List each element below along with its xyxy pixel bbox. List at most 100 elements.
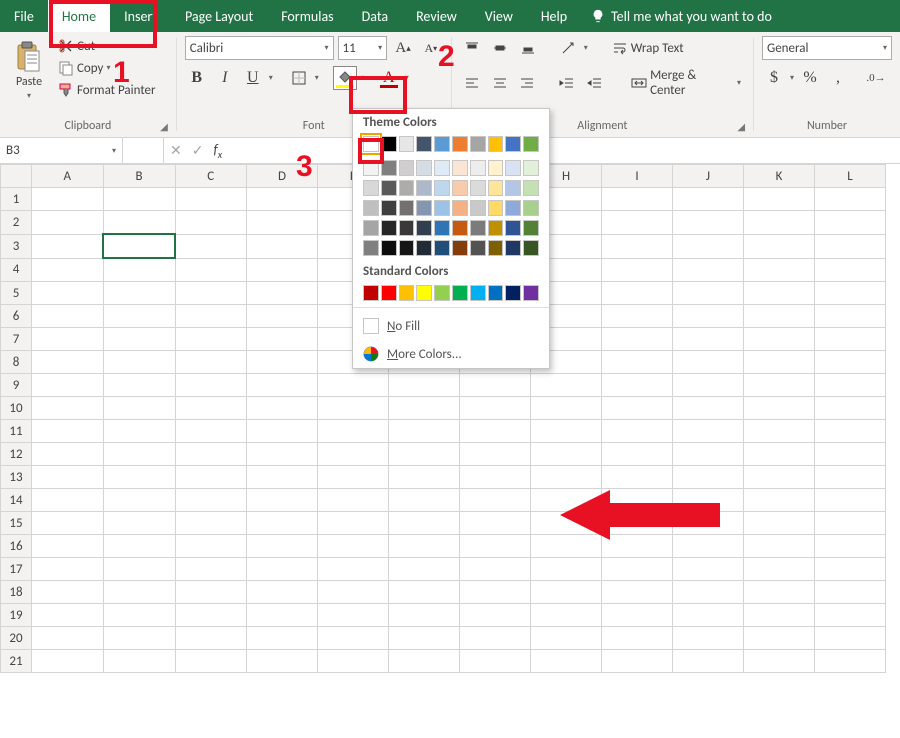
cell[interactable]: [32, 489, 104, 512]
cell[interactable]: [744, 650, 815, 673]
cell[interactable]: [103, 305, 175, 328]
align-center-button[interactable]: [488, 71, 512, 95]
cell[interactable]: [460, 489, 531, 512]
cell[interactable]: [32, 282, 104, 305]
currency-button[interactable]: $: [762, 66, 786, 90]
color-swatch[interactable]: [434, 285, 450, 301]
cell[interactable]: [175, 258, 247, 282]
cell[interactable]: [32, 374, 104, 397]
cell[interactable]: [247, 397, 318, 420]
row-header[interactable]: 18: [1, 581, 32, 604]
orientation-button[interactable]: [556, 36, 580, 60]
cell[interactable]: [247, 650, 318, 673]
row-header[interactable]: 16: [1, 535, 32, 558]
row-header[interactable]: 13: [1, 466, 32, 489]
bold-button[interactable]: B: [185, 66, 209, 90]
row-header[interactable]: 7: [1, 328, 32, 351]
cell[interactable]: [247, 305, 318, 328]
column-header[interactable]: B: [103, 165, 175, 188]
increase-indent-button[interactable]: [583, 71, 607, 95]
cell[interactable]: [673, 305, 744, 328]
color-swatch[interactable]: [416, 180, 432, 196]
enter-formula-icon[interactable]: ✓: [192, 142, 204, 159]
cell[interactable]: [531, 397, 602, 420]
cell[interactable]: [318, 443, 389, 466]
cell[interactable]: [103, 581, 175, 604]
color-swatch[interactable]: [505, 285, 521, 301]
cell[interactable]: [602, 443, 673, 466]
cell[interactable]: [673, 627, 744, 650]
tab-help[interactable]: Help: [527, 0, 581, 32]
cell[interactable]: [815, 351, 886, 374]
cell[interactable]: [744, 443, 815, 466]
cell[interactable]: [531, 420, 602, 443]
cell[interactable]: [744, 558, 815, 581]
color-swatch[interactable]: [452, 200, 468, 216]
color-swatch[interactable]: [488, 220, 504, 236]
tab-data[interactable]: Data: [348, 0, 402, 32]
color-swatch[interactable]: [452, 180, 468, 196]
row-header[interactable]: 2: [1, 211, 32, 235]
chevron-down-icon[interactable]: ▾: [315, 73, 319, 83]
cell[interactable]: [531, 581, 602, 604]
cell[interactable]: [815, 397, 886, 420]
comma-button[interactable]: ,: [826, 66, 850, 90]
cell[interactable]: [673, 351, 744, 374]
cell[interactable]: [744, 188, 815, 211]
cell[interactable]: [318, 489, 389, 512]
cell[interactable]: [318, 558, 389, 581]
cell[interactable]: [673, 282, 744, 305]
cell[interactable]: [247, 282, 318, 305]
cell[interactable]: [389, 466, 460, 489]
cell[interactable]: [32, 627, 104, 650]
cell[interactable]: [815, 188, 886, 211]
cell[interactable]: [247, 374, 318, 397]
cell[interactable]: [389, 558, 460, 581]
color-swatch[interactable]: [470, 180, 486, 196]
cell[interactable]: [318, 466, 389, 489]
italic-button[interactable]: I: [213, 66, 237, 90]
cell[interactable]: [602, 282, 673, 305]
number-format-combo[interactable]: General ▾: [762, 36, 892, 60]
cell[interactable]: [318, 627, 389, 650]
cell[interactable]: [389, 374, 460, 397]
cell[interactable]: [175, 627, 247, 650]
cell[interactable]: [247, 535, 318, 558]
row-header[interactable]: 12: [1, 443, 32, 466]
cell[interactable]: [247, 512, 318, 535]
cell[interactable]: [175, 211, 247, 235]
cell[interactable]: [460, 535, 531, 558]
format-painter-button[interactable]: Format Painter: [54, 80, 160, 100]
paste-button[interactable]: Paste ▾: [8, 36, 50, 106]
cell[interactable]: [32, 466, 104, 489]
cell[interactable]: [744, 211, 815, 235]
cell[interactable]: [744, 489, 815, 512]
cell[interactable]: [32, 188, 104, 211]
cell[interactable]: [744, 374, 815, 397]
color-swatch[interactable]: [470, 200, 486, 216]
color-swatch[interactable]: [470, 220, 486, 236]
cell[interactable]: [32, 305, 104, 328]
color-swatch[interactable]: [416, 220, 432, 236]
cell[interactable]: [815, 627, 886, 650]
color-swatch[interactable]: [399, 285, 415, 301]
row-header[interactable]: 4: [1, 258, 32, 282]
cell[interactable]: [673, 558, 744, 581]
cell[interactable]: [175, 234, 247, 258]
color-swatch[interactable]: [488, 240, 504, 256]
decrease-indent-button[interactable]: [555, 71, 579, 95]
merge-center-button[interactable]: Merge & Center ▾: [627, 66, 745, 100]
cell[interactable]: [318, 420, 389, 443]
cell[interactable]: [175, 558, 247, 581]
cell[interactable]: [673, 328, 744, 351]
cell[interactable]: [389, 627, 460, 650]
cell[interactable]: [103, 535, 175, 558]
cell[interactable]: [247, 211, 318, 235]
formula-bar[interactable]: [228, 138, 900, 163]
align-left-button[interactable]: [460, 71, 484, 95]
color-swatch[interactable]: [470, 240, 486, 256]
cell[interactable]: [460, 558, 531, 581]
color-swatch[interactable]: [452, 285, 468, 301]
cell[interactable]: [247, 604, 318, 627]
column-header[interactable]: J: [673, 165, 744, 188]
